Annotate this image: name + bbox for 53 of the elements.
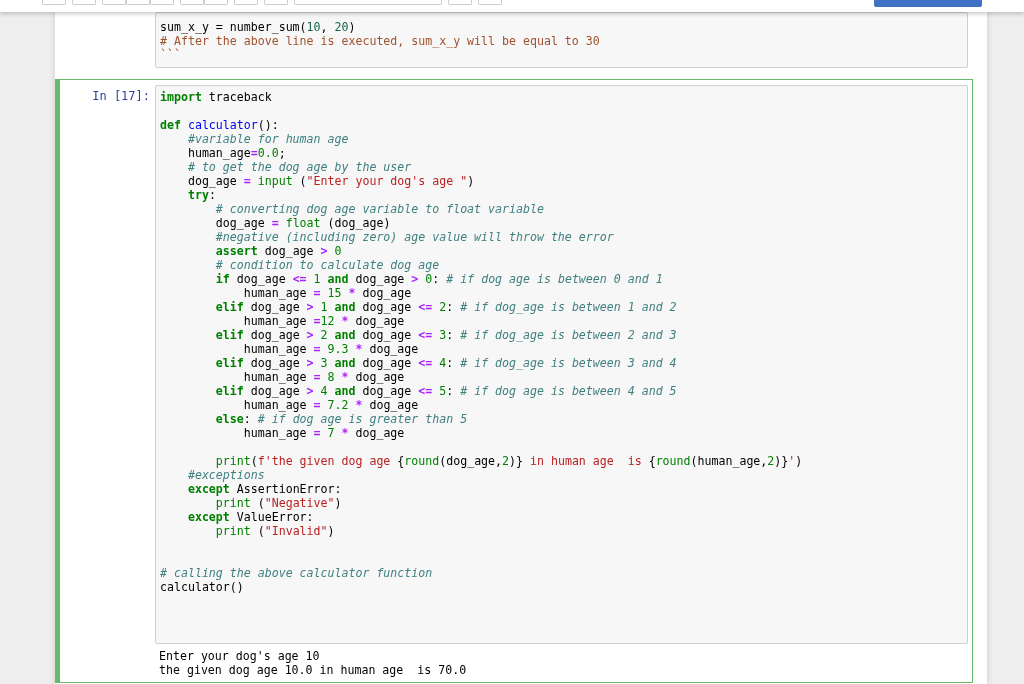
code-line: elif dog_age > 4 and dog_age <= 5: # if dog age is between 4 and 5 [214, 384, 678, 398]
toolbar-button[interactable] [294, 0, 442, 5]
toolbar-button[interactable] [264, 0, 288, 5]
code-line: print ("Invalid") [214, 524, 336, 538]
toolbar-button[interactable] [234, 0, 258, 5]
output-line: Enter your dog's age 10 [159, 649, 321, 663]
code-editor[interactable]: sum_x_y = number_sum(10, 20) # After the above line is executed, sum_x_y will be equal to 30 ``` [155, 12, 968, 68]
code-comment: # calling the above calculator function [160, 566, 434, 580]
code-line: print ("Negative") [214, 496, 343, 510]
toolbar-button[interactable] [150, 0, 174, 5]
code-comment: # condition to calculate dog age [214, 258, 441, 272]
toolbar-button[interactable] [478, 0, 502, 5]
output-line: the given dog age 10.0 in human age is 70.0 [159, 663, 468, 677]
code-line: elif dog_age > 3 and dog_age <= 4: # if dog_age is between 3 and 4 [214, 356, 678, 370]
code-line: human_age=0.0; [186, 146, 287, 160]
code-line: else: # if dog age is greater than 5 [214, 412, 469, 426]
primary-button[interactable] [874, 0, 982, 7]
code-line: dog_age = float (dog_age) [214, 216, 392, 230]
code-comment: #negative (including zero) age value will throw the error [214, 230, 615, 244]
toolbar-button[interactable] [102, 0, 126, 5]
code-line: human_age = 7.2 * dog_age [242, 398, 420, 412]
cell-prompt: In [17]: [91, 88, 151, 105]
code-editor[interactable] [155, 85, 968, 644]
code-comment: # to get the dog age by the user [186, 160, 413, 174]
code-line: human_age = 15 * dog_age [243, 286, 413, 300]
code-line: def calculator(): [160, 118, 280, 132]
toolbar-button[interactable] [126, 0, 150, 5]
code-comment: #variable for human age [186, 132, 350, 146]
toolbar-button[interactable] [72, 0, 96, 5]
code-comment: ``` [160, 48, 182, 62]
code-line: if dog_age <= 1 and dog_age > 0: # if dog age is between 0 and 1 [214, 272, 664, 286]
code-comment: # converting dog age variable to float variable [214, 202, 545, 216]
toolbar-button[interactable] [448, 0, 472, 5]
code-line: dog_age = input ("Enter your dog's age ") [186, 174, 476, 188]
code-line: elif dog_age > 1 and dog_age <= 2: # if dog_age is between 1 and 2 [214, 300, 678, 314]
code-line: except AssertionError: [186, 482, 343, 496]
code-line: elif dog_age > 2 and dog_age <= 3: # if dog_age is between 2 and 3 [214, 328, 678, 342]
code-line: calculator() [160, 580, 245, 594]
code-line: human_age =12 * dog_age [243, 314, 406, 328]
code-line: human_age = 7 * dog_age [242, 426, 406, 440]
code-line: sum_x_y = number_sum(10, 20) [160, 20, 357, 34]
code-line: except ValueError: [186, 510, 315, 524]
toolbar-button[interactable] [180, 0, 204, 5]
code-line: human_age = 8 * dog_age [243, 370, 406, 384]
code-line: human_age = 9.3 * dog_age [243, 342, 420, 356]
code-comment: #exceptions [186, 468, 266, 482]
toolbar-button[interactable] [42, 0, 66, 5]
code-line: print(f'the given dog age {round(dog_age,2)} in human age is {round(human_age,2)}') [214, 454, 804, 468]
code-line: import traceback [160, 90, 273, 104]
code-line: try: [186, 188, 217, 202]
toolbar-button[interactable] [204, 0, 228, 5]
code-comment: # After the above line is executed, sum_x_y will be equal to 30 [160, 34, 601, 48]
code-line: assert dog_age > 0 [214, 244, 343, 258]
